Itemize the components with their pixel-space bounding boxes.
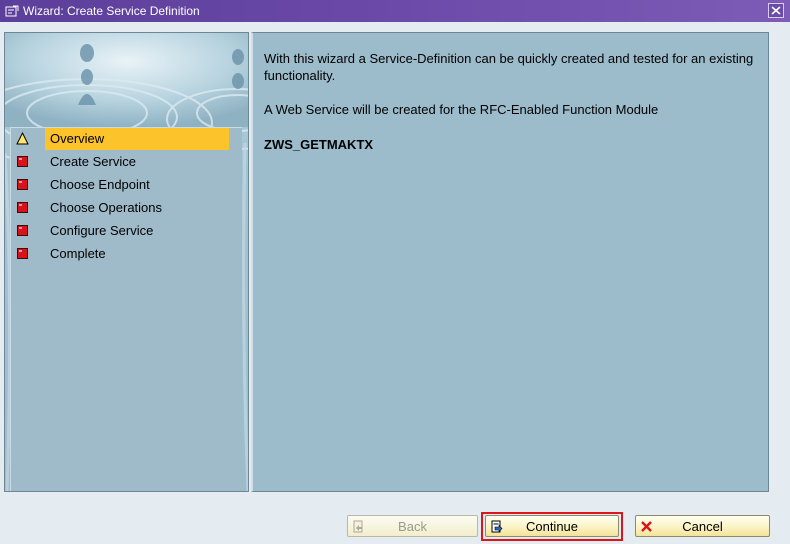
- wizard-steps-panel: Overview Create Service Choose Endpoint: [4, 32, 249, 492]
- close-button[interactable]: [768, 3, 784, 18]
- cancel-x-icon: [640, 520, 653, 533]
- step-label: Choose Operations: [50, 200, 163, 215]
- step-choose-endpoint[interactable]: Choose Endpoint: [11, 174, 243, 196]
- rfc-description: A Web Service will be created for the RF…: [264, 102, 659, 117]
- wizard-content-panel: With this wizard a Service-Definition ca…: [251, 32, 769, 492]
- step-choose-operations[interactable]: Choose Operations: [11, 197, 243, 219]
- function-module-name: ZWS_GETMAKTX: [264, 137, 374, 152]
- step-list: Overview Create Service Choose Endpoint: [10, 127, 243, 491]
- title-bar: Wizard: Create Service Definition: [0, 0, 790, 22]
- continue-highlight-box: [481, 512, 623, 541]
- red-square-icon: [16, 178, 29, 191]
- step-complete[interactable]: Complete: [11, 243, 243, 265]
- cancel-button[interactable]: Cancel: [635, 515, 770, 537]
- step-create-service[interactable]: Create Service: [11, 151, 243, 173]
- window-title: Wizard: Create Service Definition: [23, 4, 200, 18]
- back-label: Back: [398, 518, 427, 534]
- back-icon: [352, 520, 365, 533]
- intro-text: With this wizard a Service-Definition ca…: [264, 51, 754, 83]
- cancel-label: Cancel: [682, 518, 723, 534]
- step-configure-service[interactable]: Configure Service: [11, 220, 243, 242]
- warning-triangle-icon: [16, 131, 29, 145]
- back-button[interactable]: Back: [347, 515, 478, 537]
- step-label: Create Service: [50, 154, 136, 169]
- step-label: Complete: [50, 246, 106, 261]
- close-icon: [771, 6, 781, 15]
- red-square-icon: [16, 201, 29, 214]
- step-label: Overview: [45, 128, 229, 150]
- step-label: Configure Service: [50, 223, 154, 238]
- red-square-icon: [16, 247, 29, 260]
- step-overview[interactable]: Overview: [11, 128, 243, 150]
- wizard-window-icon: [5, 5, 19, 17]
- red-square-icon: [16, 155, 29, 168]
- step-label: Choose Endpoint: [50, 177, 150, 192]
- red-square-icon: [16, 224, 29, 237]
